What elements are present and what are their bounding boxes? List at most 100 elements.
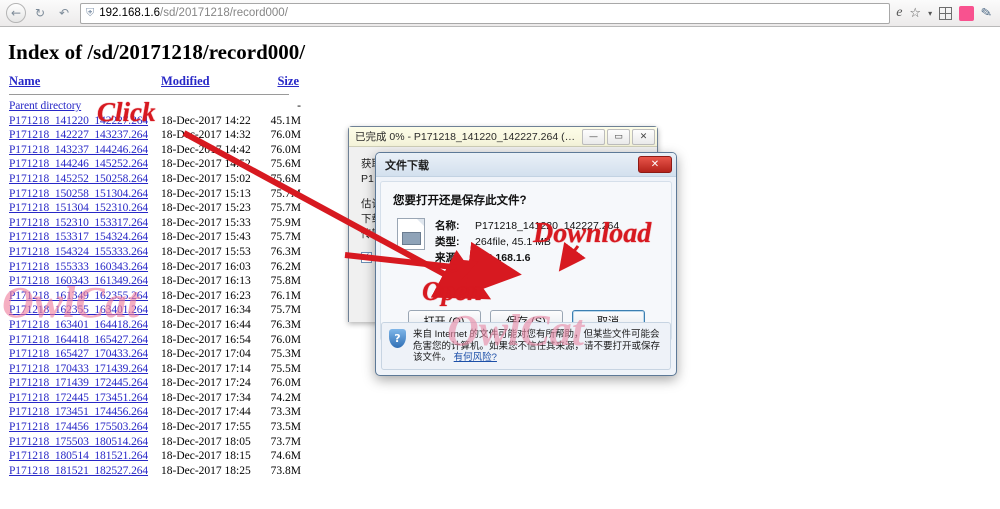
file-link[interactable]: P171218_152310_153317.264 [9,216,161,231]
column-header-name[interactable]: Name [9,74,161,89]
stop-icon[interactable]: ↶ [54,3,74,23]
file-size: 76.0M [270,333,301,346]
file-modified: 18-Dec-2017 16:44 [161,318,251,331]
file-size: 75.5M [270,362,301,375]
file-row[interactable]: P171218_165427_170433.264 18-Dec-2017 17:… [9,347,301,362]
file-link[interactable]: P171218_161349_162355.264 [9,289,161,304]
close-when-complete-checkbox[interactable]: ✓ [361,252,372,263]
close-icon[interactable]: ✕ [632,128,655,145]
file-link[interactable]: P171218_162355_163401.264 [9,303,161,318]
file-link[interactable]: P171218_143237_144246.264 [9,143,161,158]
file-link[interactable]: P171218_165427_170433.264 [9,347,161,362]
file-row[interactable]: P171218_160343_161349.264 18-Dec-2017 16:… [9,274,301,289]
file-link[interactable]: P171218_181521_182527.264 [9,464,161,479]
file-link[interactable]: P171218_142227_143237.264 [9,128,161,143]
tools-grid-icon[interactable] [939,6,953,20]
minimize-button[interactable]: — [582,128,605,145]
file-modified: 18-Dec-2017 16:03 [161,260,251,273]
file-link[interactable]: P171218_141220_142227.264 [9,114,161,129]
refresh-icon[interactable]: ↻ [30,3,50,23]
file-link[interactable]: P171218_151304_152310.264 [9,201,161,216]
file-link[interactable]: P171218_170433_171439.264 [9,362,161,377]
file-link[interactable]: P171218_145252_150258.264 [9,172,161,187]
file-size: 73.7M [270,435,301,448]
sort-by-name-link[interactable]: Name [9,74,40,88]
sort-by-size-link[interactable]: Size [277,74,299,88]
file-size: 76.1M [270,289,301,302]
file-link[interactable]: P171218_163401_164418.264 [9,318,161,333]
file-row[interactable]: P171218_142227_143237.264 18-Dec-2017 14:… [9,128,301,143]
file-size: 75.3M [270,348,301,361]
file-row[interactable]: P171218_141220_142227.264 18-Dec-2017 14:… [9,114,301,129]
file-link[interactable]: P171218_144246_145252.264 [9,157,161,172]
close-icon[interactable]: ✕ [638,156,672,173]
file-row[interactable]: P171218_155333_160343.264 18-Dec-2017 16:… [9,260,301,275]
file-modified: 18-Dec-2017 15:23 [161,202,251,215]
favorites-star-icon[interactable]: ☆ [909,6,921,21]
file-download-dialog[interactable]: 文件下载 ✕ 您要打开还是保存此文件? 名称: P171218_141220_1… [375,152,677,376]
file-row[interactable]: P171218_162355_163401.264 18-Dec-2017 16:… [9,303,301,318]
file-row[interactable]: P171218_161349_162355.264 18-Dec-2017 16:… [9,289,301,304]
parent-directory-link[interactable]: Parent directory [9,99,161,114]
file-modified: 18-Dec-2017 17:04 [161,348,251,361]
parent-directory-row[interactable]: Parent directory - [9,99,301,114]
chevron-down-icon[interactable]: ▾ [928,9,932,18]
file-modified: 18-Dec-2017 16:23 [161,289,251,302]
file-row[interactable]: P171218_181521_182527.264 18-Dec-2017 18:… [9,464,301,479]
file-row[interactable]: P171218_151304_152310.264 18-Dec-2017 15:… [9,201,301,216]
dialog-title: 文件下载 [385,159,429,172]
maximize-button[interactable]: ▭ [607,128,630,145]
file-link[interactable]: P171218_160343_161349.264 [9,274,161,289]
file-size: 73.8M [270,464,301,477]
back-arrow-icon[interactable]: ← [6,3,26,23]
wrench-icon[interactable]: ✎ [980,5,993,22]
sort-by-modified-link[interactable]: Modified [161,74,210,88]
parent-directory-modified [161,99,255,114]
file-link[interactable]: P171218_155333_160343.264 [9,260,161,275]
file-row[interactable]: P171218_175503_180514.264 18-Dec-2017 18:… [9,435,301,450]
file-size: 76.3M [270,245,301,258]
warning-risk-link[interactable]: 有何风险? [454,352,497,363]
address-bar[interactable]: ⛨ 192.168.1.6/sd/20171218/record000/ [80,2,891,24]
file-row[interactable]: P171218_154324_155333.264 18-Dec-2017 15:… [9,245,301,260]
file-modified: 18-Dec-2017 18:15 [161,450,251,463]
file-link[interactable]: P171218_174456_175503.264 [9,420,161,435]
ie-logo-icon[interactable]: e [896,5,902,21]
file-row[interactable]: P171218_171439_172445.264 18-Dec-2017 17:… [9,376,301,391]
file-modified: 18-Dec-2017 14:52 [161,158,251,171]
column-header-modified[interactable]: Modified [161,74,253,89]
file-row[interactable]: P171218_152310_153317.264 18-Dec-2017 15:… [9,216,301,231]
file-link[interactable]: P171218_173451_174456.264 [9,405,161,420]
file-row[interactable]: P171218_150258_151304.264 18-Dec-2017 15:… [9,187,301,202]
column-header-size[interactable]: Size [253,74,299,89]
file-link[interactable]: P171218_153317_154324.264 [9,230,161,245]
file-size: 74.6M [270,450,301,463]
file-link[interactable]: P171218_154324_155333.264 [9,245,161,260]
file-row[interactable]: P171218_170433_171439.264 18-Dec-2017 17:… [9,362,301,377]
dialog-warning-panel: ? 来自 Internet 的文件可能对您有所帮助，但某些文件可能会危害您的计算… [381,322,671,370]
file-link[interactable]: P171218_150258_151304.264 [9,187,161,202]
file-link[interactable]: P171218_180514_181521.264 [9,449,161,464]
file-link[interactable]: P171218_171439_172445.264 [9,376,161,391]
file-row[interactable]: P171218_143237_144246.264 18-Dec-2017 14:… [9,143,301,158]
extension-badge-icon[interactable] [959,5,975,21]
file-link[interactable]: P171218_164418_165427.264 [9,333,161,348]
file-row[interactable]: P171218_145252_150258.264 18-Dec-2017 15:… [9,172,301,187]
file-size: 76.3M [270,318,301,331]
file-row[interactable]: P171218_163401_164418.264 18-Dec-2017 16:… [9,318,301,333]
file-row[interactable]: P171218_164418_165427.264 18-Dec-2017 16:… [9,333,301,348]
dialog-question-text: 您要打开还是保存此文件? [393,195,527,207]
file-row[interactable]: P171218_144246_145252.264 18-Dec-2017 14:… [9,157,301,172]
file-link[interactable]: P171218_172445_173451.264 [9,391,161,406]
warning-body: 来自 Internet 的文件可能对您有所帮助，但某些文件可能会危害您的计算机。… [413,329,661,363]
file-link[interactable]: P171218_175503_180514.264 [9,435,161,450]
file-row[interactable]: P171218_180514_181521.264 18-Dec-2017 18:… [9,449,301,464]
file-type-value: 264file, 45.1 MB [475,236,551,248]
file-row[interactable]: P171218_173451_174456.264 18-Dec-2017 17:… [9,405,301,420]
file-icon [397,218,425,250]
file-row[interactable]: P171218_172445_173451.264 18-Dec-2017 17:… [9,391,301,406]
file-modified: 18-Dec-2017 16:34 [161,304,251,317]
file-row[interactable]: P171218_174456_175503.264 18-Dec-2017 17:… [9,420,301,435]
file-row[interactable]: P171218_153317_154324.264 18-Dec-2017 15:… [9,230,301,245]
file-size: 73.5M [270,421,301,434]
